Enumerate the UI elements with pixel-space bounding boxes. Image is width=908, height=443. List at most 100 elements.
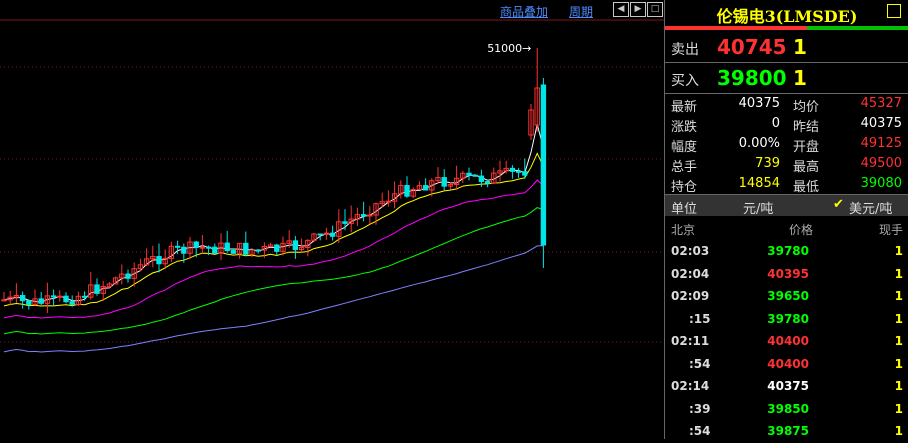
zoom-button[interactable]: □ [647, 2, 663, 17]
sell-quote: 卖出 40745 1 [665, 32, 908, 62]
overlay-commodity-link[interactable]: 商品叠加 [500, 3, 548, 20]
candle-body [230, 250, 237, 254]
tick-volume: 1 [894, 266, 903, 281]
stat-label: 昨结 [793, 120, 820, 135]
candle-body [255, 249, 261, 252]
candle-body [125, 273, 131, 279]
stat-label: 持仓 [671, 180, 698, 195]
candle-body [63, 295, 69, 303]
tick-row: :54 40400 1 [665, 353, 908, 375]
candle-body [1, 299, 7, 302]
candle-body [193, 241, 199, 248]
candle-body [81, 295, 88, 298]
tick-price: 39780 [767, 311, 809, 326]
sell-price: 40745 [717, 35, 787, 59]
tick-row: :15 39780 1 [665, 308, 908, 330]
tick-time: 02:09 [671, 289, 710, 303]
quote-panel: 伦锡电3(LMSDE) 卖出 40745 1 买入 39800 1 最新 4037… [664, 0, 908, 439]
stat-value: 0.00% [738, 136, 780, 151]
tick-volume: 1 [894, 401, 903, 416]
candle-body [224, 242, 230, 252]
candle-body [243, 242, 249, 255]
candle-body [274, 244, 280, 252]
candle-body [522, 171, 528, 176]
candle-body [472, 174, 478, 177]
candle-body [38, 298, 44, 304]
candle-body [57, 295, 63, 298]
panel-header: 伦锡电3(LMSDE) [665, 0, 908, 26]
stat-value: 0 [771, 116, 780, 131]
buy-price: 39800 [717, 66, 787, 90]
stat-value: 14854 [738, 176, 780, 191]
candle-body [174, 245, 181, 248]
tick-time: :39 [689, 401, 711, 416]
tick-time: 02:03 [671, 244, 710, 258]
stat-label: 均价 [793, 100, 820, 115]
tick-time: :54 [689, 424, 711, 438]
tick-volume: 1 [894, 356, 903, 371]
candle-body [19, 294, 26, 302]
stat-value: 39080 [860, 176, 902, 191]
tick-volume: 1 [894, 334, 903, 348]
unit-label: 单位 [671, 202, 698, 217]
tick-volume: 1 [894, 424, 903, 438]
sell-strength-bar [665, 26, 807, 30]
candle-body [441, 177, 447, 187]
tick-row: 02:14 40375 1 [665, 375, 908, 397]
tick-price: 39650 [767, 289, 809, 303]
buy-strength-bar [807, 26, 908, 30]
unit-row: 单位 元/吨 ✔ 美元/吨 [665, 195, 908, 217]
moving-average-line [3, 124, 544, 303]
tick-row: 02:11 40400 1 [665, 330, 908, 352]
candle-body [478, 175, 485, 182]
stat-label: 涨跌 [671, 120, 698, 135]
tick-time: :54 [689, 356, 711, 371]
sell-qty: 1 [793, 35, 807, 59]
candle-body [317, 233, 323, 236]
candle-body [422, 185, 429, 191]
candle-body [26, 300, 32, 306]
candle-body [50, 295, 57, 298]
tick-row: :39 39850 1 [665, 398, 908, 420]
stat-label: 总手 [671, 160, 698, 175]
instrument-title: 伦锡电3(LMSDE) [716, 7, 858, 26]
stat-label: 幅度 [671, 140, 698, 155]
chart-canvas[interactable]: 51000→ [0, 0, 664, 439]
close-button[interactable] [887, 4, 901, 18]
candle-body [69, 301, 75, 305]
candle-body [205, 246, 212, 249]
tick-time: :15 [689, 311, 711, 326]
sell-label: 卖出 [671, 42, 699, 58]
candlestick-chart[interactable]: 51000→ [0, 0, 664, 439]
candle-body [212, 246, 218, 254]
stat-value: 49125 [860, 136, 902, 151]
period-link[interactable]: 周期 [569, 3, 593, 20]
ticks-header-vol: 现手 [878, 223, 903, 237]
candle-body [509, 167, 516, 172]
stat-label: 最新 [671, 100, 698, 115]
tick-row: 02:04 40395 1 [665, 263, 908, 285]
candle-body [329, 232, 336, 237]
ticks-header-price: 价格 [788, 223, 813, 237]
divider [665, 93, 908, 94]
stat-value: 40375 [860, 116, 902, 131]
zoom-icon: □ [650, 4, 660, 14]
unit-option-usd[interactable]: 美元/吨 [849, 198, 892, 217]
candle-body [484, 180, 491, 184]
unit-option-cny[interactable]: 元/吨 [743, 198, 773, 217]
candle-body [466, 172, 472, 176]
scroll-right-button[interactable]: ▶ [630, 2, 646, 17]
stat-label: 最低 [793, 180, 820, 195]
stat-value: 45327 [860, 96, 902, 111]
tick-volume: 1 [894, 289, 903, 303]
candle-body [360, 214, 367, 217]
candle-body [199, 246, 206, 249]
max-price-label: 51000→ [487, 42, 531, 55]
scroll-left-button[interactable]: ◀ [613, 2, 629, 17]
tick-time: 02:11 [671, 334, 710, 348]
tick-time: 02:04 [671, 266, 710, 281]
candle-body [404, 185, 410, 197]
stat-label: 最高 [793, 160, 820, 175]
buy-label: 买入 [671, 73, 699, 89]
tick-volume: 1 [894, 379, 903, 393]
